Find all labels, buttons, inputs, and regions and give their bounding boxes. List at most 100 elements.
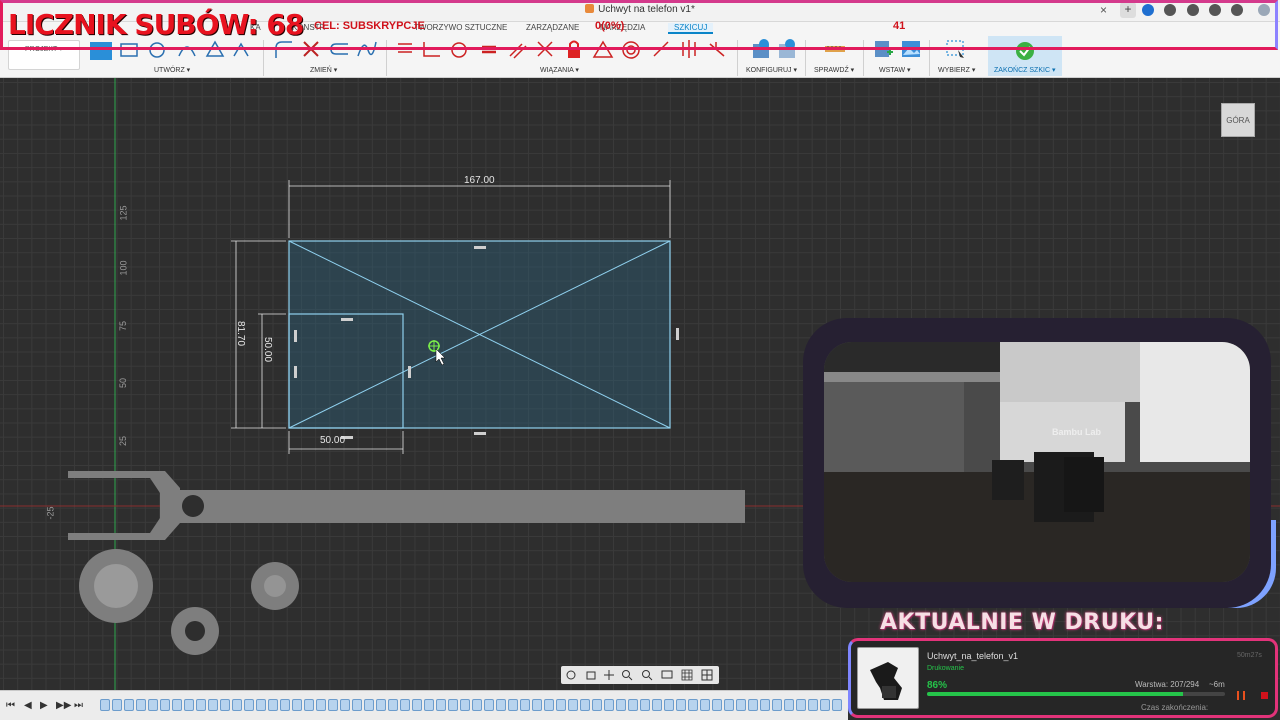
timeline-feature[interactable] bbox=[364, 699, 374, 711]
orbit-icon[interactable] bbox=[565, 669, 577, 681]
timeline-prev-button[interactable]: ◀ bbox=[24, 700, 32, 711]
dimension-height-total[interactable]: 81.70 bbox=[235, 321, 246, 346]
timeline-feature[interactable] bbox=[580, 699, 590, 711]
timeline-feature[interactable] bbox=[784, 699, 794, 711]
timeline-feature[interactable] bbox=[412, 699, 422, 711]
timeline-feature[interactable] bbox=[328, 699, 338, 711]
timeline-feature[interactable] bbox=[736, 699, 746, 711]
timeline-first-button[interactable]: ⏮ bbox=[6, 700, 15, 711]
select-icon[interactable] bbox=[944, 38, 966, 60]
timeline-feature[interactable] bbox=[304, 699, 314, 711]
timeline-feature[interactable] bbox=[520, 699, 530, 711]
display-settings-icon[interactable] bbox=[661, 669, 673, 681]
avatar[interactable] bbox=[1258, 4, 1270, 16]
spline-tool-icon[interactable] bbox=[356, 38, 378, 60]
tab-szkicuj[interactable]: SZKICUJ bbox=[668, 23, 714, 34]
perpendicular-constraint-icon[interactable] bbox=[420, 38, 442, 60]
collinear-constraint-icon[interactable] bbox=[650, 38, 672, 60]
arc-tool-icon[interactable] bbox=[176, 38, 198, 60]
timeline-feature[interactable] bbox=[700, 699, 710, 711]
mirror-tool-icon[interactable] bbox=[230, 38, 252, 60]
constraints-group-label[interactable]: WIĄZANIA ▾ bbox=[540, 66, 579, 74]
triangle-constraint-icon[interactable] bbox=[592, 38, 614, 60]
timeline-feature[interactable] bbox=[544, 699, 554, 711]
curvature-constraint-icon[interactable] bbox=[706, 38, 728, 60]
timeline-feature[interactable] bbox=[436, 699, 446, 711]
fillet-tool-icon[interactable] bbox=[272, 38, 294, 60]
timeline-feature[interactable] bbox=[592, 699, 602, 711]
close-document-button[interactable]: × bbox=[1100, 3, 1107, 17]
tab-tworzywo[interactable]: TWORZYWO SZTUCZNE bbox=[414, 23, 507, 32]
canvas-image-icon[interactable] bbox=[900, 38, 922, 60]
line-tool-icon[interactable] bbox=[90, 38, 112, 60]
timeline-feature[interactable] bbox=[832, 699, 842, 711]
timeline-feature[interactable] bbox=[508, 699, 518, 711]
timeline-feature[interactable] bbox=[688, 699, 698, 711]
timeline-feature[interactable] bbox=[808, 699, 818, 711]
configure-group-label[interactable]: KONFIGURUJ ▾ bbox=[746, 66, 797, 74]
timeline-feature[interactable] bbox=[376, 699, 386, 711]
timeline-next-button[interactable]: ▶▶ bbox=[56, 700, 71, 711]
timeline-feature[interactable] bbox=[712, 699, 722, 711]
timeline-feature[interactable] bbox=[760, 699, 770, 711]
timeline-feature[interactable] bbox=[664, 699, 674, 711]
timeline-feature[interactable] bbox=[532, 699, 542, 711]
configure-icon[interactable] bbox=[750, 38, 772, 60]
insert-group-label[interactable]: WSTAW ▾ bbox=[879, 66, 911, 74]
timeline-feature[interactable] bbox=[256, 699, 266, 711]
pan-icon[interactable] bbox=[603, 669, 615, 681]
timeline-feature[interactable] bbox=[292, 699, 302, 711]
dimension-inner-width[interactable]: 50.00 bbox=[320, 435, 345, 446]
timeline-feature[interactable] bbox=[496, 699, 506, 711]
timeline-feature[interactable] bbox=[748, 699, 758, 711]
timeline-feature[interactable] bbox=[268, 699, 278, 711]
parameters-icon[interactable] bbox=[776, 38, 798, 60]
inspect-group-label[interactable]: SPRAWDŹ ▾ bbox=[814, 66, 854, 74]
help-icon[interactable] bbox=[1231, 4, 1243, 16]
timeline-feature[interactable] bbox=[448, 699, 458, 711]
timeline-feature[interactable] bbox=[160, 699, 170, 711]
timeline-feature[interactable] bbox=[616, 699, 626, 711]
timeline-feature[interactable] bbox=[136, 699, 146, 711]
bell-icon[interactable] bbox=[1209, 4, 1221, 16]
dimension-width-total[interactable]: 167.00 bbox=[464, 175, 495, 186]
select-group-label[interactable]: WYBIERZ ▾ bbox=[938, 66, 975, 74]
measure-icon[interactable] bbox=[824, 38, 846, 60]
timeline-feature[interactable] bbox=[112, 699, 122, 711]
tab-zarzadzane[interactable]: ZARZĄDZANE bbox=[526, 23, 579, 32]
view-cube[interactable]: GÓRA bbox=[1221, 103, 1255, 137]
timeline-feature[interactable] bbox=[340, 699, 350, 711]
timeline-feature[interactable] bbox=[124, 699, 134, 711]
timeline-feature[interactable] bbox=[352, 699, 362, 711]
timeline-feature[interactable] bbox=[604, 699, 614, 711]
timeline-feature[interactable] bbox=[280, 699, 290, 711]
insert-icon[interactable] bbox=[872, 38, 894, 60]
timeline-feature[interactable] bbox=[424, 699, 434, 711]
clock-icon[interactable] bbox=[1164, 4, 1176, 16]
timeline-feature[interactable] bbox=[676, 699, 686, 711]
timeline-feature[interactable] bbox=[100, 699, 110, 711]
stop-print-icon[interactable] bbox=[1261, 692, 1268, 699]
timeline-feature[interactable] bbox=[628, 699, 638, 711]
timeline-feature[interactable] bbox=[460, 699, 470, 711]
timeline-feature[interactable] bbox=[148, 699, 158, 711]
timeline-play-button[interactable]: ▶ bbox=[40, 700, 48, 711]
midpoint-constraint-icon[interactable] bbox=[534, 38, 556, 60]
timeline-feature[interactable] bbox=[640, 699, 650, 711]
trim-tool-icon[interactable] bbox=[300, 38, 322, 60]
concentric-constraint-icon[interactable] bbox=[620, 38, 642, 60]
extension-icon[interactable] bbox=[1142, 4, 1154, 16]
viewports-icon[interactable] bbox=[701, 669, 713, 681]
timeline-feature[interactable] bbox=[484, 699, 494, 711]
symmetric-constraint-icon[interactable] bbox=[678, 38, 700, 60]
timeline-feature[interactable] bbox=[796, 699, 806, 711]
timeline-feature[interactable] bbox=[196, 699, 206, 711]
offset-tool-icon[interactable] bbox=[328, 38, 350, 60]
timeline-feature[interactable] bbox=[472, 699, 482, 711]
timeline-feature[interactable] bbox=[184, 699, 194, 711]
timeline-feature[interactable] bbox=[220, 699, 230, 711]
coincident-constraint-icon[interactable] bbox=[394, 38, 416, 60]
dimension-inner-height[interactable]: 50.00 bbox=[262, 337, 273, 362]
timeline-feature[interactable] bbox=[772, 699, 782, 711]
timeline-last-button[interactable]: ⏭ bbox=[74, 700, 83, 711]
